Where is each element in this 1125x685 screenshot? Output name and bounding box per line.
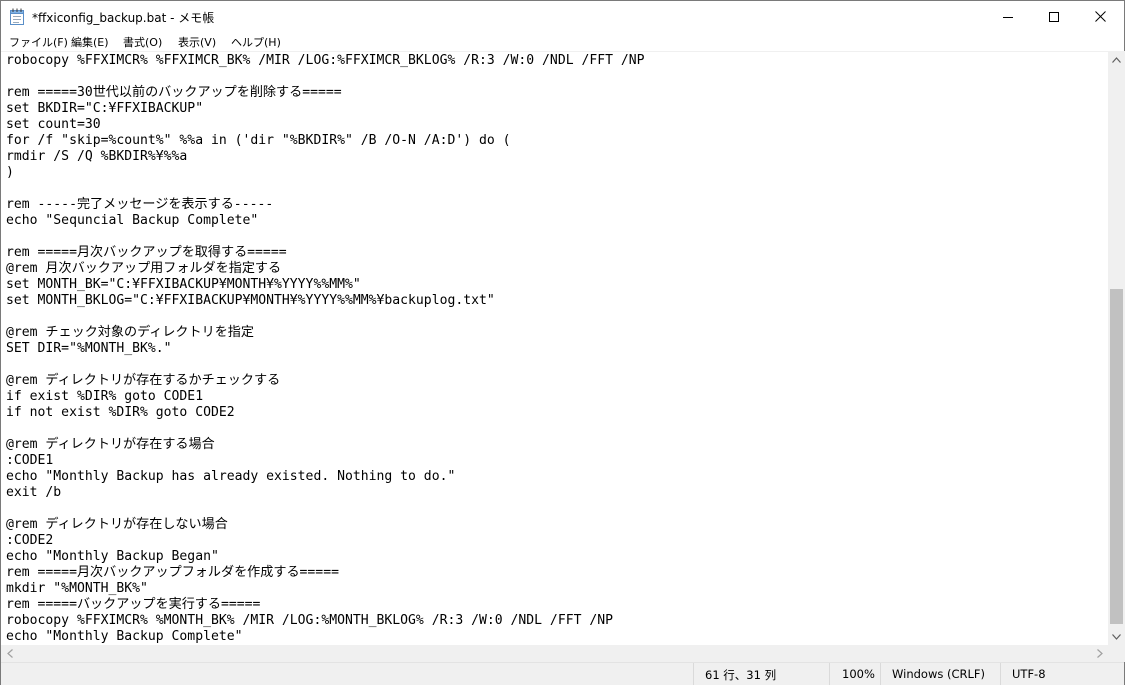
- maximize-button[interactable]: [1031, 1, 1077, 32]
- code-line: @rem ディレクトリが存在する場合: [6, 437, 215, 452]
- menu-edit[interactable]: 編集(E): [71, 34, 109, 50]
- code-line: rmdir /S /Q %BKDIR%¥%%a: [6, 149, 188, 164]
- code-line: mkdir "%MONTH_BK%": [6, 581, 148, 596]
- code-line: rem =====バックアップを実行する=====: [6, 597, 261, 612]
- status-separator: [880, 663, 881, 685]
- chevron-right-icon: [1096, 649, 1103, 658]
- notepad-icon: [10, 8, 24, 25]
- status-separator: [693, 663, 694, 685]
- code-line: exit /b: [6, 485, 62, 500]
- code-line: @rem ディレクトリが存在するかチェックする: [6, 373, 281, 388]
- horizontal-scrollbar[interactable]: [1, 645, 1108, 662]
- code-line: :CODE2: [6, 533, 54, 548]
- code-line: set BKDIR="C:¥FFXIBACKUP": [6, 101, 204, 116]
- close-icon: [1094, 11, 1106, 22]
- code-line: rem -----完了メッセージを表示する-----: [6, 197, 274, 212]
- code-line: rem =====月次バックアップを取得する=====: [6, 245, 287, 260]
- code-line: :CODE1: [6, 453, 54, 468]
- code-line: robocopy %FFXIMCR% %MONTH_BK% /MIR /LOG:…: [6, 613, 613, 628]
- chevron-down-icon: [1112, 633, 1121, 640]
- maximize-icon: [1049, 11, 1059, 22]
- code-line: echo "Monthly Backup has already existed…: [6, 469, 456, 484]
- scroll-left-button[interactable]: [1, 645, 18, 662]
- code-line: @rem チェック対象のディレクトリを指定: [6, 325, 254, 340]
- code-line: ): [6, 165, 14, 180]
- code-line: for /f "skip=%count%" %%a in ('dir "%BKD…: [6, 133, 511, 148]
- menu-view[interactable]: 表示(V): [178, 34, 216, 50]
- title-bar[interactable]: *ffxiconfig_backup.bat - メモ帳: [1, 1, 1124, 32]
- status-separator: [829, 663, 830, 685]
- vertical-scrollbar[interactable]: [1108, 51, 1125, 645]
- scrollbar-corner: [1108, 645, 1125, 662]
- window-title: *ffxiconfig_backup.bat - メモ帳: [32, 11, 215, 25]
- close-button[interactable]: [1077, 1, 1123, 32]
- status-bar: 61 行、31 列 100% Windows (CRLF) UTF-8: [1, 662, 1124, 685]
- code-line: echo "Sequncial Backup Complete": [6, 213, 259, 228]
- code-line: set count=30: [6, 117, 101, 132]
- code-line: @rem 月次バックアップ用フォルダを指定する: [6, 261, 282, 276]
- status-line-ending: Windows (CRLF): [892, 667, 986, 681]
- code-line: if not exist %DIR% goto CODE2: [6, 405, 235, 420]
- code-line: SET DIR="%MONTH_BK%.": [6, 341, 172, 356]
- code-line: echo "Monthly Backup Complete": [6, 629, 243, 644]
- code-line: set MONTH_BK="C:¥FFXIBACKUP¥MONTH¥%YYYY%…: [6, 277, 361, 292]
- vertical-scroll-thumb[interactable]: [1110, 289, 1123, 624]
- code-line: echo "Monthly Backup Began": [6, 549, 219, 564]
- menu-format[interactable]: 書式(O): [123, 34, 162, 50]
- scroll-right-button[interactable]: [1091, 645, 1108, 662]
- code-line: if exist %DIR% goto CODE1: [6, 389, 204, 404]
- code-line: rem =====30世代以前のバックアップを削除する=====: [6, 85, 342, 100]
- status-encoding: UTF-8: [1012, 667, 1046, 681]
- code-line: robocopy %FFXIMCR% %FFXIMCR_BK% /MIR /LO…: [6, 53, 645, 68]
- code-line: set MONTH_BKLOG="C:¥FFXIBACKUP¥MONTH¥%YY…: [6, 293, 495, 308]
- status-separator: [1000, 663, 1001, 685]
- minimize-button[interactable]: [985, 1, 1031, 32]
- scroll-up-button[interactable]: [1108, 51, 1125, 68]
- scroll-down-button[interactable]: [1108, 628, 1125, 645]
- status-zoom: 100%: [842, 667, 875, 681]
- minimize-icon: [1003, 16, 1013, 18]
- status-cursor-position: 61 行、31 列: [705, 668, 777, 682]
- chevron-left-icon: [6, 649, 13, 658]
- menu-bar: ファイル(F) 編集(E) 書式(O) 表示(V) ヘルプ(H): [1, 32, 1124, 51]
- code-line: @rem ディレクトリが存在しない場合: [6, 517, 228, 532]
- menu-help[interactable]: ヘルプ(H): [231, 34, 281, 50]
- notepad-window: *ffxiconfig_backup.bat - メモ帳 ファイル(F) 編集(…: [0, 0, 1125, 685]
- editor-content[interactable]: robocopy %FFXIMCR% %FFXIMCR_BK% /MIR /LO…: [6, 53, 645, 645]
- code-line: rem =====月次バックアップフォルダを作成する=====: [6, 565, 339, 580]
- menu-file[interactable]: ファイル(F): [9, 34, 68, 50]
- chevron-up-icon: [1112, 56, 1121, 63]
- text-editor[interactable]: robocopy %FFXIMCR% %FFXIMCR_BK% /MIR /LO…: [1, 51, 1108, 645]
